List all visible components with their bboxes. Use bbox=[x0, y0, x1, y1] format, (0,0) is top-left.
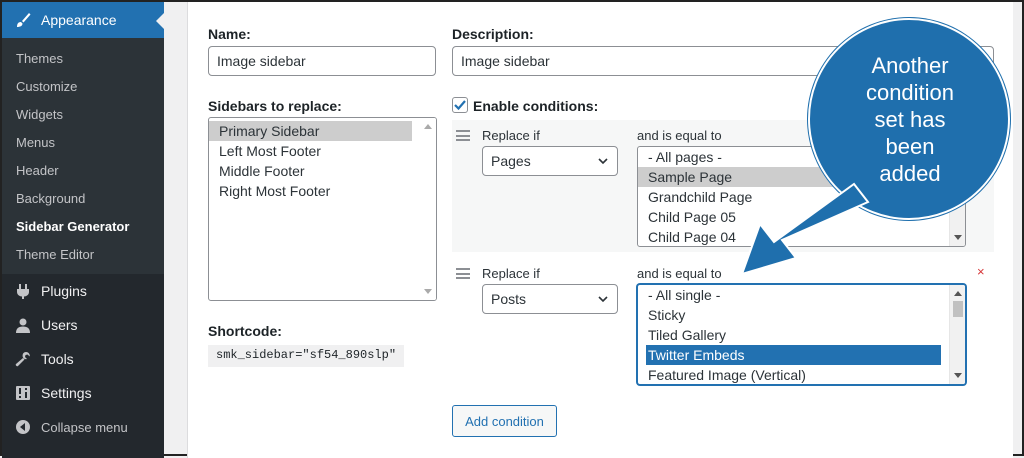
callout-line: added bbox=[879, 161, 941, 186]
equal-to-label: and is equal to bbox=[637, 266, 722, 281]
name-label: Name: bbox=[208, 26, 251, 42]
replace-if-select[interactable]: Pages bbox=[482, 146, 618, 176]
drag-handle-icon[interactable] bbox=[456, 268, 470, 279]
replace-if-value: Pages bbox=[491, 153, 531, 169]
callout-line: set has bbox=[874, 107, 946, 132]
sidebar-item-plugins[interactable]: Plugins bbox=[2, 274, 164, 308]
sidebars-scrollbar[interactable] bbox=[420, 118, 436, 300]
condition-option[interactable]: Tiled Gallery bbox=[638, 325, 965, 345]
condition-option[interactable]: Twitter Embeds bbox=[646, 345, 941, 365]
callout-line: condition bbox=[865, 80, 955, 105]
condition-scrollbar[interactable] bbox=[949, 285, 965, 384]
name-input[interactable]: Image sidebar bbox=[208, 46, 436, 76]
remove-condition-button[interactable]: × bbox=[977, 264, 985, 279]
submenu-item-header[interactable]: Header bbox=[2, 156, 164, 184]
submenu-item-sidebar-generator[interactable]: Sidebar Generator bbox=[2, 212, 164, 240]
sidebar-item-appearance[interactable]: Appearance bbox=[2, 2, 164, 38]
condition-values-listbox[interactable]: - All single - Sticky Tiled Gallery Twit… bbox=[637, 284, 966, 385]
condition-option[interactable]: Featured Image (Vertical) bbox=[638, 365, 965, 384]
description-label: Description: bbox=[452, 26, 534, 42]
collapse-menu-button[interactable]: Collapse menu bbox=[2, 410, 164, 444]
replace-if-value: Posts bbox=[491, 291, 527, 307]
condition-set: Replace if Posts and is equal to - All s… bbox=[452, 258, 994, 390]
enable-conditions-checkbox[interactable] bbox=[452, 97, 468, 113]
replace-if-select[interactable]: Posts bbox=[482, 284, 618, 314]
appearance-submenu: Themes Customize Widgets Menus Header Ba… bbox=[2, 38, 164, 274]
callout-text: Another condition set has been added bbox=[848, 52, 972, 187]
sidebar-item-label: Settings bbox=[41, 385, 92, 401]
submenu-item-background[interactable]: Background bbox=[2, 184, 164, 212]
paintbrush-icon bbox=[14, 11, 32, 29]
settings-icon bbox=[14, 384, 32, 402]
admin-sidebar: Appearance Themes Customize Widgets Menu… bbox=[2, 2, 164, 458]
sidebar-item-settings[interactable]: Settings bbox=[2, 376, 164, 410]
drag-handle-icon[interactable] bbox=[456, 130, 470, 141]
equal-to-label: and is equal to bbox=[637, 128, 722, 143]
submenu-item-customize[interactable]: Customize bbox=[2, 72, 164, 100]
condition-option[interactable]: Child Page 04 bbox=[638, 227, 965, 246]
sidebar-option[interactable]: Middle Footer bbox=[209, 161, 436, 181]
replace-if-label: Replace if bbox=[482, 128, 540, 143]
user-icon bbox=[14, 316, 32, 334]
submenu-item-theme-editor[interactable]: Theme Editor bbox=[2, 240, 164, 268]
condition-option[interactable]: - All single - bbox=[638, 285, 965, 305]
collapse-icon bbox=[14, 418, 32, 436]
wrench-icon bbox=[14, 350, 32, 368]
chevron-down-icon bbox=[597, 292, 609, 308]
submenu-item-menus[interactable]: Menus bbox=[2, 128, 164, 156]
sidebar-item-label: Tools bbox=[41, 351, 74, 367]
collapse-menu-label: Collapse menu bbox=[41, 419, 128, 435]
sidebar-item-users[interactable]: Users bbox=[2, 308, 164, 342]
shortcode-label: Shortcode: bbox=[208, 323, 282, 339]
shortcode-value: smk_sidebar="sf54_890slp" bbox=[208, 345, 405, 367]
submenu-item-widgets[interactable]: Widgets bbox=[2, 100, 164, 128]
sidebar-option[interactable]: Right Most Footer bbox=[209, 181, 436, 201]
checkmark-icon bbox=[454, 100, 466, 111]
submenu-item-themes[interactable]: Themes bbox=[2, 44, 164, 72]
sidebar-item-label: Appearance bbox=[41, 12, 117, 28]
enable-conditions-label: Enable conditions: bbox=[473, 98, 599, 114]
condition-option[interactable]: Sticky bbox=[638, 305, 965, 325]
sidebar-item-label: Users bbox=[41, 317, 78, 333]
sidebar-option[interactable]: Left Most Footer bbox=[209, 141, 436, 161]
add-condition-button[interactable]: Add condition bbox=[452, 405, 557, 437]
replace-if-label: Replace if bbox=[482, 266, 540, 281]
sidebars-to-replace-label: Sidebars to replace: bbox=[208, 98, 342, 114]
sidebars-listbox[interactable]: Primary Sidebar Left Most Footer Middle … bbox=[208, 117, 437, 301]
plugin-icon bbox=[14, 282, 32, 300]
callout-line: been bbox=[885, 134, 935, 159]
sidebar-option[interactable]: Primary Sidebar bbox=[209, 121, 412, 141]
sidebar-item-tools[interactable]: Tools bbox=[2, 342, 164, 376]
callout-line: Another bbox=[871, 53, 949, 78]
chevron-down-icon bbox=[597, 154, 609, 170]
sidebar-item-label: Plugins bbox=[41, 283, 87, 299]
